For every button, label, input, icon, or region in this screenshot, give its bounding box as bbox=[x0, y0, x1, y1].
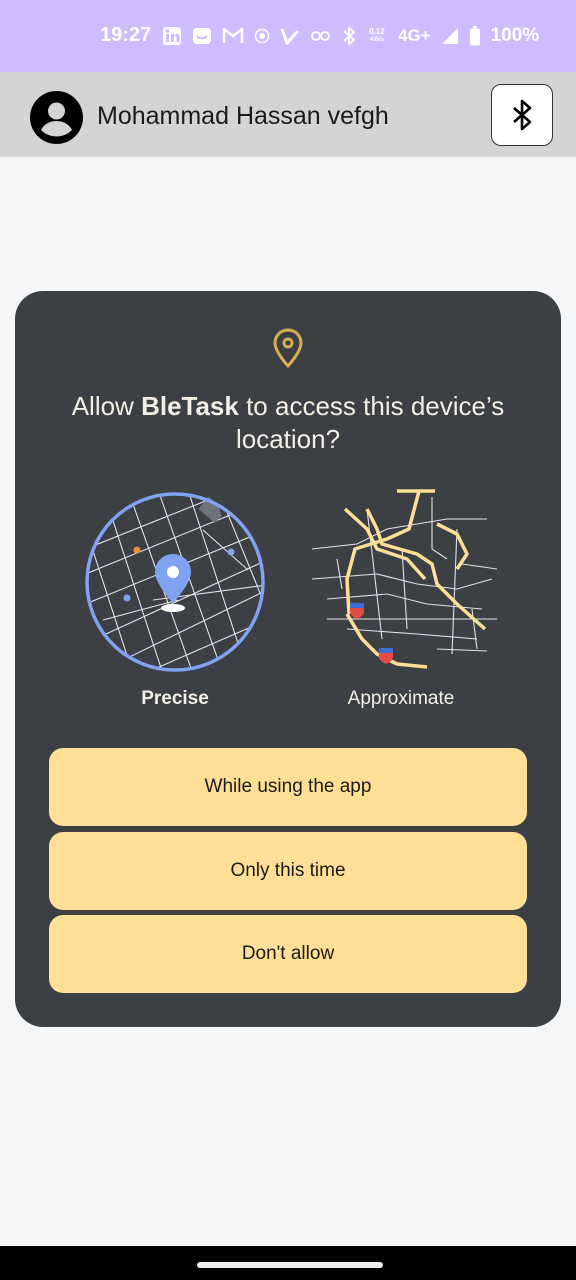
bluetooth-icon bbox=[513, 99, 532, 131]
location-pin-icon bbox=[273, 328, 303, 368]
status-icons: 0.12 KB/s 4G+ 100% bbox=[162, 24, 539, 48]
home-indicator[interactable] bbox=[197, 1262, 383, 1268]
approximate-location-map[interactable] bbox=[307, 489, 497, 679]
location-permission-dialog: Allow BleTask to access this device’s lo… bbox=[15, 291, 561, 1027]
linkedin-icon bbox=[163, 27, 181, 45]
app-bar: Mohammad Hassan vefgh bbox=[0, 72, 576, 157]
battery-icon bbox=[469, 26, 480, 46]
account-circle-icon[interactable] bbox=[30, 91, 83, 144]
user-name: Mohammad Hassan vefgh bbox=[97, 102, 389, 130]
check-icon bbox=[280, 28, 300, 45]
approximate-option-label[interactable]: Approximate bbox=[311, 688, 491, 710]
precise-location-map[interactable] bbox=[83, 490, 267, 674]
key-icon bbox=[311, 31, 330, 41]
dont-allow-button[interactable]: Don't allow bbox=[49, 915, 527, 993]
signal-icon bbox=[441, 28, 458, 44]
only-this-time-button[interactable]: Only this time bbox=[49, 832, 527, 910]
navigation-bar bbox=[0, 1246, 576, 1280]
while-using-app-button[interactable]: While using the app bbox=[49, 748, 527, 826]
highway-shield-icon bbox=[350, 603, 364, 619]
battery-level: 100% bbox=[490, 25, 540, 46]
precise-option-label[interactable]: Precise bbox=[85, 688, 265, 710]
status-bar: 19:27 0.12 KB/s 4G+ 100% bbox=[0, 0, 576, 72]
bluetooth-icon bbox=[343, 27, 355, 45]
gmail-icon bbox=[222, 27, 244, 43]
status-time: 19:27 bbox=[100, 24, 152, 46]
app-name: BleTask bbox=[141, 391, 239, 421]
record-icon bbox=[254, 28, 270, 44]
network-type: 4G+ bbox=[398, 26, 431, 45]
message-icon bbox=[193, 28, 211, 44]
bluetooth-button[interactable] bbox=[491, 84, 553, 146]
dialog-title: Allow BleTask to access this device’s lo… bbox=[71, 391, 505, 454]
network-speed: 0.12 KB/s bbox=[369, 27, 385, 44]
